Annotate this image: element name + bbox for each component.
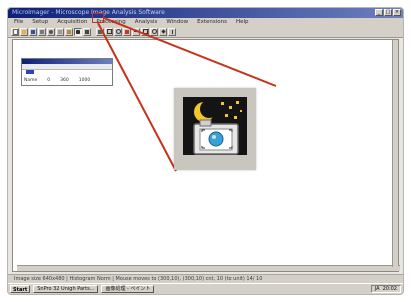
status-text: Image size 640x480 | Histogram Norm | Mo… (14, 276, 263, 282)
taskbar-item-paint[interactable]: 画像処理 - ペイント (101, 285, 155, 293)
callout-line-top (103, 17, 277, 87)
tray-language[interactable]: JA (375, 286, 380, 292)
start-button[interactable]: Start (10, 285, 31, 293)
taskbar: Start SnPro 32 Unigh Parts... 画像処理 - ペイン… (8, 283, 403, 294)
camera-capture-icon (174, 88, 256, 170)
taskbar-item-app[interactable]: SnPro 32 Unigh Parts... (33, 285, 99, 293)
tray-clock: 20:02 (382, 286, 397, 292)
status-bar: Image size 640x480 | Histogram Norm | Mo… (8, 274, 403, 283)
callout-line-bottom (97, 22, 177, 172)
zoomed-camera-icon (174, 88, 256, 170)
system-tray: JA 20:02 (370, 285, 401, 293)
screen: MicroImager - Microscope Image Analysis … (8, 8, 403, 294)
